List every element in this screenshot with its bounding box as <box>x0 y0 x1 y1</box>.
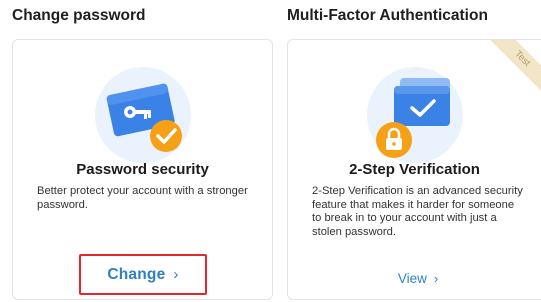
password-security-card: Password security Better protect your ac… <box>12 39 273 300</box>
password-security-description: Better protect your account with a stron… <box>37 185 248 211</box>
mfa-heading: Multi-Factor Authentication <box>287 7 488 24</box>
two-step-verification-description: 2-Step Verification is an advanced secur… <box>312 185 523 238</box>
view-mfa-link[interactable]: View › <box>388 268 448 288</box>
change-password-button[interactable]: Change › <box>79 254 207 295</box>
view-link-label: View <box>397 270 427 286</box>
test-badge: Test <box>485 40 541 96</box>
stacked-windows-lock-icon <box>360 60 470 170</box>
change-password-heading: Change password <box>12 7 146 24</box>
key-card-checkmark-icon <box>88 60 198 170</box>
two-step-verification-title: 2-Step Verification <box>349 161 480 178</box>
two-step-verification-card: Test 2-Step Verification 2-Step Verifica… <box>287 39 541 300</box>
password-security-title: Password security <box>76 161 209 178</box>
chevron-right-icon: › <box>173 266 179 283</box>
change-button-label: Change <box>107 265 166 283</box>
chevron-right-icon: › <box>433 270 439 286</box>
